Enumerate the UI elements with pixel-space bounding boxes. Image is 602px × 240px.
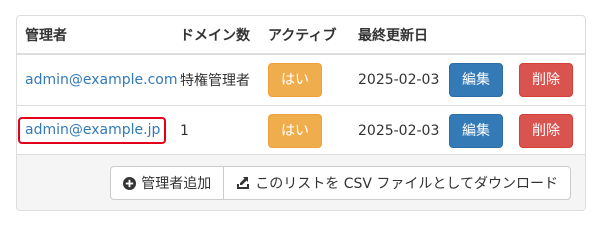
- edit-button[interactable]: 編集: [449, 62, 503, 97]
- download-csv-button[interactable]: このリストを CSV ファイルとしてダウンロード: [223, 166, 571, 200]
- highlight-box: admin@example.jp: [18, 117, 167, 145]
- delete-cell: 削除: [511, 104, 585, 156]
- table-row: admin@example.jp 1 はい 2025-02-03 編集 削除: [17, 104, 585, 156]
- admin-email-link[interactable]: admin@example.jp: [25, 122, 160, 138]
- domains-cell: 特権管理者: [180, 72, 250, 89]
- edit-button[interactable]: 編集: [449, 113, 503, 148]
- updated-cell: 2025-02-03: [358, 71, 440, 88]
- table-header-row: 管理者 ドメイン数 アクティブ 最終更新日: [17, 16, 585, 55]
- admin-email-link[interactable]: admin@example.com: [25, 72, 177, 88]
- add-admin-button[interactable]: 管理者追加: [110, 166, 225, 200]
- delete-cell: 削除: [511, 54, 585, 105]
- column-header-updated: 最終更新日: [350, 16, 441, 55]
- admin-list-panel: 管理者 ドメイン数 アクティブ 最終更新日 admin@example.com …: [16, 15, 586, 211]
- active-toggle-button[interactable]: はい: [268, 113, 322, 148]
- table-row: admin@example.com 特権管理者 はい 2025-02-03 編集…: [17, 54, 585, 105]
- column-header-edit: [441, 16, 511, 55]
- updated-cell: 2025-02-03: [350, 104, 441, 156]
- edit-cell: 編集: [441, 104, 511, 156]
- column-header-delete: [511, 16, 585, 55]
- column-header-active: アクティブ: [260, 16, 350, 55]
- delete-button[interactable]: 削除: [519, 113, 573, 148]
- download-icon: [236, 176, 250, 190]
- column-header-domains: ドメイン数: [172, 16, 260, 55]
- column-header-admin: 管理者: [17, 16, 172, 55]
- admin-cell: admin@example.com: [17, 54, 177, 105]
- active-cell: はい: [260, 54, 350, 105]
- plus-circle-icon: [123, 176, 137, 190]
- active-cell: はい: [260, 104, 350, 156]
- panel-footer: 管理者追加 このリストを CSV ファイルとしてダウンロード: [17, 154, 585, 210]
- delete-button[interactable]: 削除: [519, 62, 573, 97]
- download-csv-label: このリストを CSV ファイルとしてダウンロード: [255, 176, 558, 192]
- edit-cell: 編集: [441, 54, 511, 105]
- active-toggle-button[interactable]: はい: [268, 62, 322, 97]
- admin-table: 管理者 ドメイン数 アクティブ 最終更新日 admin@example.com …: [17, 16, 585, 156]
- domains-cell: 1: [172, 104, 260, 156]
- footer-button-group: 管理者追加 このリストを CSV ファイルとしてダウンロード: [110, 166, 571, 200]
- add-admin-label: 管理者追加: [141, 176, 212, 192]
- admin-cell: admin@example.jp: [17, 104, 172, 156]
